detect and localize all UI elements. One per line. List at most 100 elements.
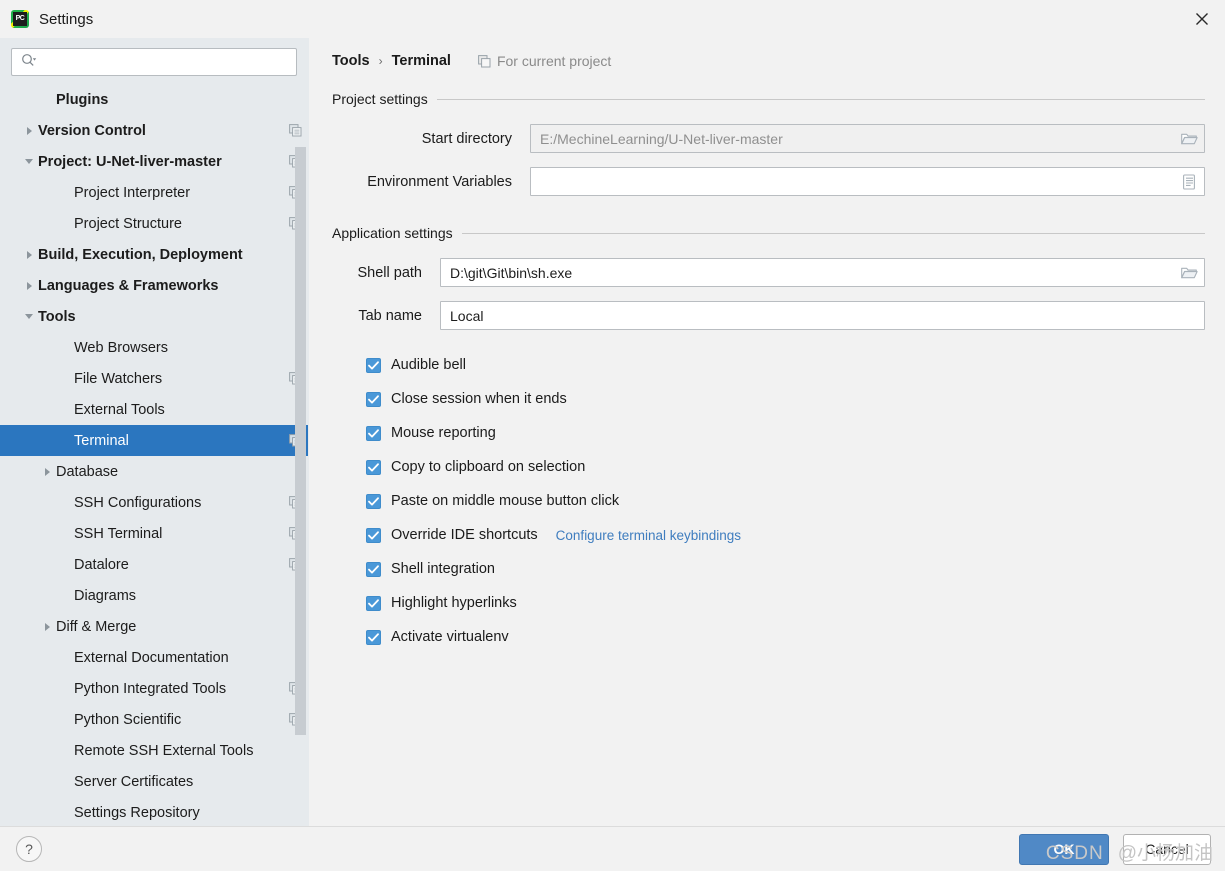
chevron-down-icon[interactable] [20,314,38,319]
checkbox-paste-on-middle-mouse-button-click[interactable] [366,493,381,509]
checkbox-label: Paste on middle mouse button click [391,493,620,509]
chevron-right-icon[interactable] [20,250,38,259]
sidebar-item-label: Python Integrated Tools [74,680,227,697]
list-document-icon[interactable] [1174,168,1204,195]
folder-open-icon[interactable] [1174,125,1204,152]
sidebar-item-terminal[interactable]: Terminal [0,425,308,456]
checkbox-close-session-when-it-ends[interactable] [366,391,381,407]
option-paste-on-middle-mouse-button-click[interactable]: Paste on middle mouse button click [332,484,1205,518]
configure-terminal-keybindings-link[interactable]: Configure terminal keybindings [556,528,741,543]
breadcrumb-parent[interactable]: Tools [332,53,370,69]
search-input[interactable] [41,53,290,71]
checkbox-label: Highlight hyperlinks [391,595,517,611]
folder-open-icon[interactable] [1174,259,1204,286]
terminal-options-list: Audible bell Close session when it ends Mo… [332,348,1205,654]
sidebar-item-project-u-net-liver-master[interactable]: Project: U-Net-liver-master [0,146,308,177]
sidebar-item-label: External Tools [74,401,165,418]
checkbox-mouse-reporting[interactable] [366,425,381,441]
checkbox-shell-integration[interactable] [366,561,381,577]
chevron-right-icon[interactable] [38,467,56,476]
sidebar-item-label: Terminal [74,432,129,449]
sidebar-item-label: Remote SSH External Tools [74,742,254,759]
option-mouse-reporting[interactable]: Mouse reporting [332,416,1205,450]
option-shell-integration[interactable]: Shell integration [332,552,1205,586]
sidebar-item-languages-frameworks[interactable]: Languages & Frameworks [0,270,308,301]
sidebar-item-diagrams[interactable]: Diagrams [0,580,308,611]
cancel-button[interactable]: Cancel [1123,833,1211,865]
ok-button[interactable]: OK [1019,833,1109,865]
start-directory-row: Start directory [332,124,1205,153]
search-field[interactable] [11,48,297,76]
checkbox-copy-to-clipboard-on-selection[interactable] [366,459,381,475]
sidebar-item-version-control[interactable]: Version Control [0,115,308,146]
sidebar-item-build-execution-deployment[interactable]: Build, Execution, Deployment [0,239,308,270]
settings-sidebar: Plugins Version Control Project: U-Net-liv… [0,38,309,826]
chevron-right-icon[interactable] [20,126,38,135]
checkbox-label: Close session when it ends [391,391,567,407]
project-settings-group: Project settings Start directory Environm… [332,88,1205,196]
settings-dialog: Settings [0,0,1225,871]
option-override-ide-shortcuts[interactable]: Override IDE shortcuts Configure terminal… [332,518,1205,552]
sidebar-item-diff-merge[interactable]: Diff & Merge [0,611,308,642]
sidebar-item-file-watchers[interactable]: File Watchers [0,363,308,394]
sidebar-item-python-scientific[interactable]: Python Scientific [0,704,308,735]
sidebar-item-label: Python Scientific [74,711,182,728]
sidebar-item-label: Project: U-Net-liver-master [38,153,222,170]
close-icon[interactable] [1179,0,1225,38]
search-container [0,38,308,84]
option-close-session-when-it-ends[interactable]: Close session when it ends [332,382,1205,416]
sidebar-item-external-documentation[interactable]: External Documentation [0,642,308,673]
sidebar-item-label: SSH Terminal [74,525,163,542]
shell-path-row: Shell path [332,258,1205,287]
application-settings-title: Application settings [332,225,453,241]
sidebar-item-project-interpreter[interactable]: Project Interpreter [0,177,308,208]
sidebar-item-datalore[interactable]: Datalore [0,549,308,580]
shell-path-input[interactable] [448,263,1174,282]
sidebar-item-label: SSH Configurations [74,494,202,511]
pycharm-icon [11,10,29,28]
environment-variables-control[interactable] [530,167,1205,196]
sidebar-item-server-certificates[interactable]: Server Certificates [0,766,308,797]
chevron-down-icon[interactable] [20,159,38,164]
application-settings-header: Application settings [332,222,1205,244]
scope-label: For current project [496,53,612,69]
checkbox-override-ide-shortcuts[interactable] [366,527,381,543]
start-directory-input[interactable] [538,129,1174,148]
sidebar-scrollbar-thumb[interactable] [295,147,306,735]
option-copy-to-clipboard-on-selection[interactable]: Copy to clipboard on selection [332,450,1205,484]
sidebar-item-plugins[interactable]: Plugins [0,84,308,115]
checkbox-audible-bell[interactable] [366,357,381,373]
window-title: Settings [39,10,94,28]
application-settings-group: Application settings Shell pathTab name … [332,222,1205,654]
shell-path-control[interactable] [440,258,1205,287]
sidebar-item-settings-repository[interactable]: Settings Repository [0,797,308,826]
sidebar-item-python-integrated-tools[interactable]: Python Integrated Tools [0,673,308,704]
start-directory-control[interactable] [530,124,1205,153]
sidebar-item-remote-ssh-external-tools[interactable]: Remote SSH External Tools [0,735,308,766]
checkbox-label: Override IDE shortcuts [391,527,538,543]
checkbox-activate-virtualenv[interactable] [366,629,381,645]
sidebar-item-external-tools[interactable]: External Tools [0,394,308,425]
environment-variables-input[interactable] [538,172,1174,191]
option-audible-bell[interactable]: Audible bell [332,348,1205,382]
chevron-right-icon[interactable] [38,622,56,631]
sidebar-item-web-browsers[interactable]: Web Browsers [0,332,308,363]
shell-path-label: Shell path [357,264,423,281]
checkbox-label: Shell integration [391,561,495,577]
dialog-body: Plugins Version Control Project: U-Net-liv… [0,38,1225,826]
tab-name-input[interactable] [448,306,1204,325]
option-activate-virtualenv[interactable]: Activate virtualenv [332,620,1205,654]
sidebar-item-tools[interactable]: Tools [0,301,308,332]
sidebar-item-label: External Documentation [74,649,229,666]
tab-name-control[interactable] [440,301,1205,330]
checkbox-highlight-hyperlinks[interactable] [366,595,381,611]
help-button[interactable]: ? [16,836,42,862]
option-highlight-hyperlinks[interactable]: Highlight hyperlinks [332,586,1205,620]
breadcrumb-separator: › [378,54,383,68]
chevron-right-icon[interactable] [20,281,38,290]
sidebar-item-ssh-terminal[interactable]: SSH Terminal [0,518,308,549]
sidebar-item-project-structure[interactable]: Project Structure [0,208,308,239]
checkbox-label: Copy to clipboard on selection [391,459,586,475]
sidebar-item-database[interactable]: Database [0,456,308,487]
sidebar-item-ssh-configurations[interactable]: SSH Configurations [0,487,308,518]
